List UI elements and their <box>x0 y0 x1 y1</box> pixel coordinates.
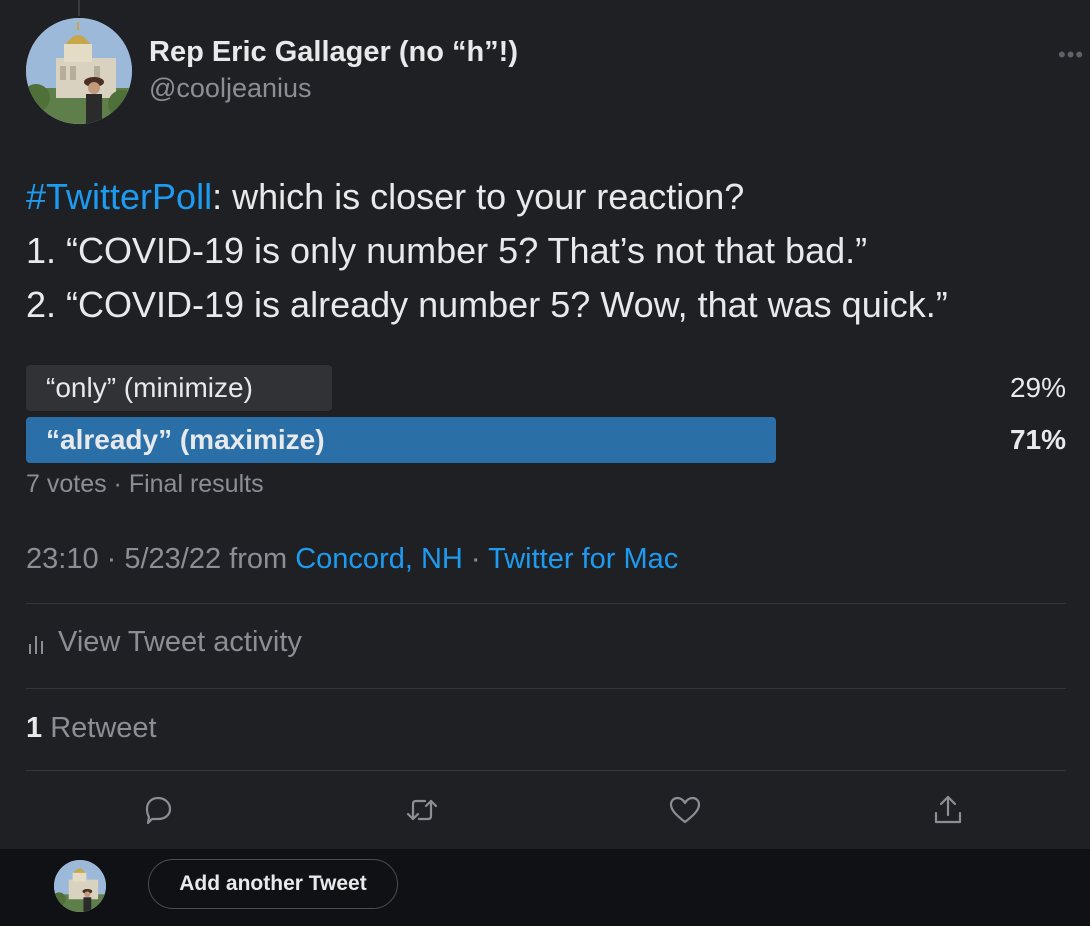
author-handle[interactable]: @cooljeanius <box>149 73 312 104</box>
heart-icon[interactable] <box>668 793 702 827</box>
tweet-text: #TwitterPoll: which is closer to your re… <box>26 170 948 332</box>
tweet-text-line-3: 2. “COVID-19 is already number 5? Wow, t… <box>26 284 948 325</box>
poll-meta: 7 votes · Final results <box>26 470 264 498</box>
poll-option-1: “only” (minimize) 29% <box>26 365 1066 411</box>
tweet-text-line-2: 1. “COVID-19 is only number 5? That’s no… <box>26 230 868 271</box>
retweet-icon[interactable] <box>405 793 439 827</box>
poll-option-percent-1: 29% <box>1009 372 1066 403</box>
poll-option-label-2: “already” (maximize) <box>46 424 325 455</box>
poll-option-percent-2: 71% <box>1009 424 1066 455</box>
tweet: Rep Eric Gallager (no “h”!) @cooljeanius… <box>0 0 1090 849</box>
client-link[interactable]: Twitter for Mac <box>488 543 678 575</box>
author-avatar[interactable] <box>26 18 132 124</box>
tweet-timestamp[interactable]: 23:10 · 5/23/22 <box>26 543 221 575</box>
avatar-image <box>54 860 106 912</box>
retweet-count: 1 <box>26 712 43 744</box>
add-another-tweet-button[interactable]: Add another Tweet <box>148 859 398 909</box>
location-link[interactable]: Concord, NH <box>295 543 463 575</box>
poll-option-2: “already” (maximize) 71% <box>26 417 1066 463</box>
divider <box>26 603 1066 604</box>
bar-chart-icon <box>26 631 46 655</box>
avatar-image <box>26 18 132 124</box>
retweet-label: Retweet <box>42 712 157 744</box>
divider <box>26 770 1066 771</box>
user-avatar[interactable] <box>54 860 106 912</box>
reply-icon[interactable] <box>141 793 175 827</box>
from-label: from <box>221 543 296 575</box>
thread-line <box>78 0 80 16</box>
view-tweet-activity[interactable]: View Tweet activity <box>26 626 302 659</box>
divider <box>26 688 1066 689</box>
tweet-details: 23:10 · 5/23/22 from Concord, NH · Twitt… <box>26 543 678 576</box>
retweet-stats[interactable]: 1 Retweet <box>26 712 157 745</box>
hashtag-link[interactable]: #TwitterPoll <box>26 176 212 217</box>
view-tweet-activity-label: View Tweet activity <box>58 626 302 658</box>
author-name[interactable]: Rep Eric Gallager (no “h”!) <box>149 36 518 69</box>
composer-bar: Add another Tweet <box>0 849 1090 926</box>
tweet-text-line-1-rest: : which is closer to your reaction? <box>212 176 745 217</box>
share-icon[interactable] <box>931 793 965 827</box>
more-options-icon[interactable]: ••• <box>1058 42 1084 68</box>
poll-option-label-1: “only” (minimize) <box>46 372 253 403</box>
details-separator: · <box>462 543 489 575</box>
tweet-text-line-1: #TwitterPoll: which is closer to your re… <box>26 170 948 224</box>
